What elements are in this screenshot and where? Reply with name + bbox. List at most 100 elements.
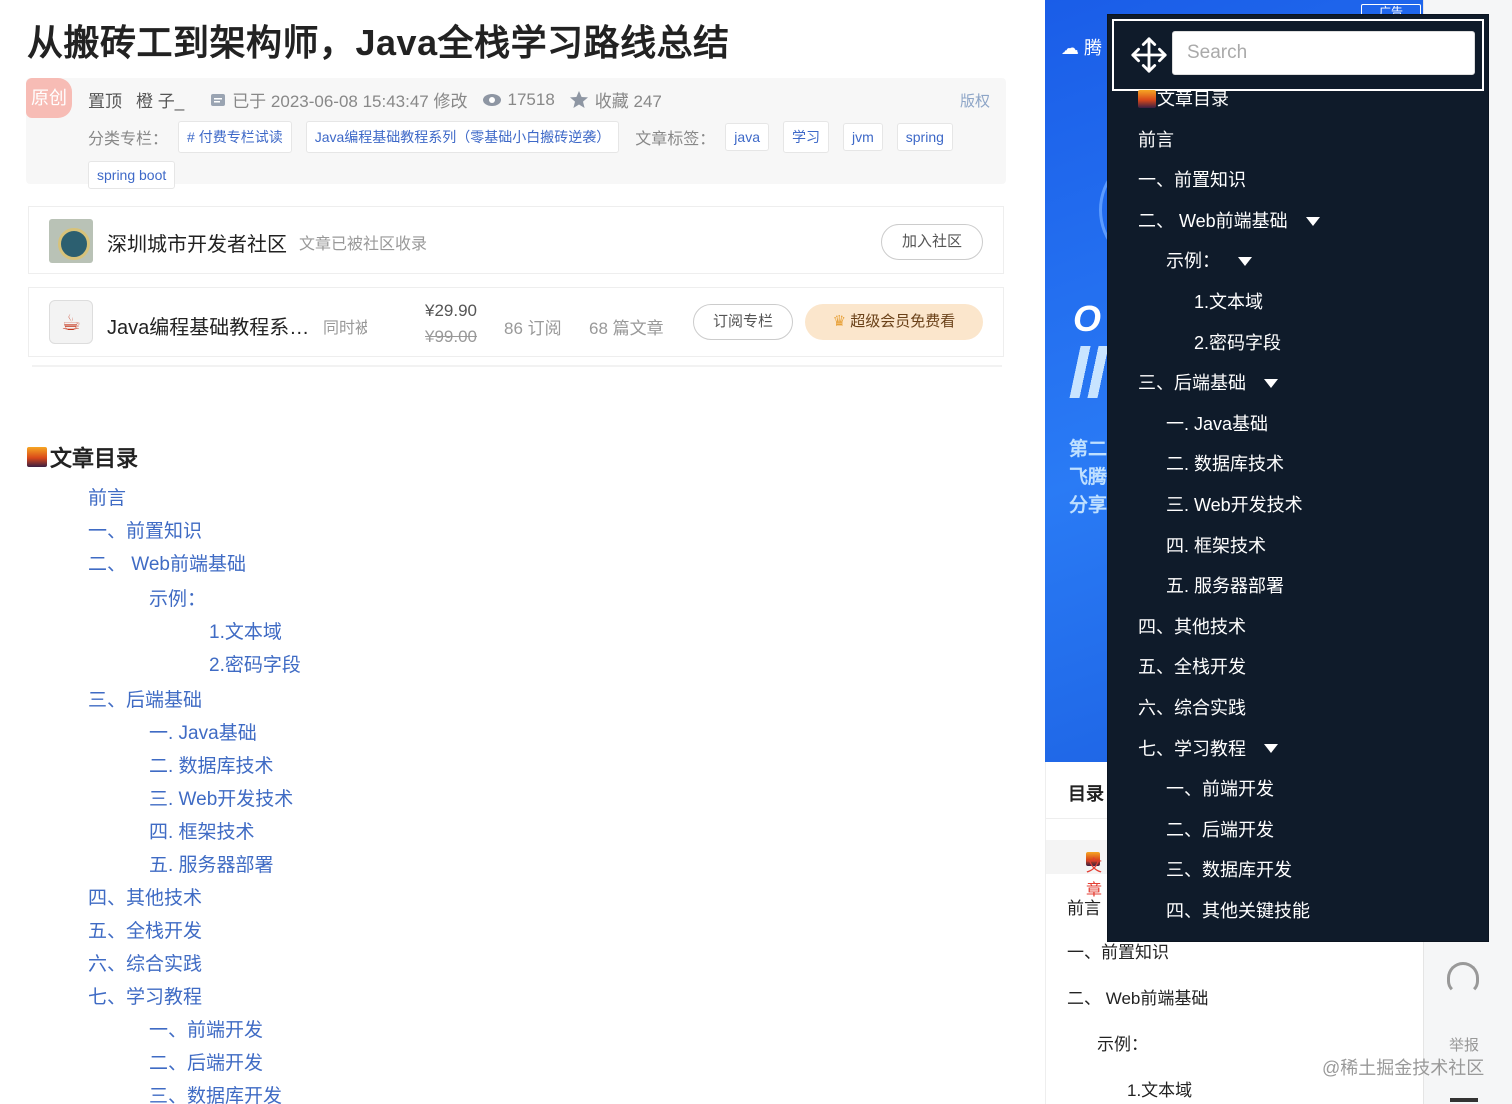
popup-toc-item[interactable]: 四. 框架技术	[1138, 526, 1320, 567]
article-tag[interactable]: jvm	[842, 123, 883, 151]
ad-big-text: O	[1073, 298, 1102, 339]
column-same-note: 同时被	[323, 320, 367, 337]
category-tag[interactable]: # 付费专栏试读	[178, 121, 292, 153]
headset-icon[interactable]	[1447, 962, 1479, 994]
popup-toc-item[interactable]: 1.文本域	[1138, 282, 1320, 323]
toc-link[interactable]: 三. Web开发技术	[88, 783, 301, 816]
column-article-count: 68 篇文章	[589, 319, 664, 338]
view-count: 17518	[507, 89, 555, 109]
toc-link[interactable]: 一、前端开发	[88, 1014, 301, 1047]
report-link[interactable]: 举报	[1449, 1034, 1479, 1055]
ad-line: 第二	[1069, 439, 1108, 460]
ad-logo: ☁ 腾	[1061, 34, 1102, 60]
toc-link[interactable]: 一、前置知识	[88, 515, 301, 548]
article-tag[interactable]: spring	[896, 123, 953, 151]
popup-toc-item-label: 三、后端基础	[1138, 373, 1246, 394]
popup-toc-item-label: 二、 Web前端基础	[1138, 210, 1288, 231]
toc-link[interactable]: 三、后端基础	[88, 684, 301, 717]
popup-toc-item[interactable]: 七、学习教程	[1138, 729, 1320, 770]
popup-toc-item[interactable]: 一. Java基础	[1138, 404, 1320, 445]
toc-search-input[interactable]	[1172, 31, 1475, 75]
popup-toc-item[interactable]: 文章目录	[1138, 79, 1320, 120]
sidebar-toc-item[interactable]: 前言	[1067, 894, 1101, 919]
column-subscribers: 86 订阅	[504, 319, 562, 338]
modified-time: 已于 2023-06-08 15:43:47 修改	[232, 92, 468, 111]
toc-link[interactable]: 2.密码字段	[88, 649, 301, 682]
popup-toc-item[interactable]: 四、其他关键技能	[1138, 891, 1320, 932]
community-note: 文章已被社区收录	[299, 236, 428, 253]
sidebar-toc-active-text: 文章	[1086, 858, 1103, 899]
article-tag[interactable]: 学习	[782, 121, 829, 153]
toc-link[interactable]: 一. Java基础	[88, 717, 301, 750]
article-title: 从搬砖工到架构师，Java全栈学习路线总结	[27, 22, 730, 63]
popup-toc-item[interactable]: 三、后端基础	[1138, 363, 1320, 404]
toc-link[interactable]: 五. 服务器部署	[88, 849, 301, 882]
move-icon[interactable]	[1130, 36, 1168, 74]
popup-toc-item[interactable]: 二. 数据库技术	[1138, 444, 1320, 485]
popup-toc-item[interactable]: 一、前端开发	[1138, 769, 1320, 810]
popup-toc-item-label: 文章目录	[1157, 89, 1229, 109]
popup-toc-item[interactable]: 一、前置知识	[1138, 160, 1320, 201]
favorite-count[interactable]: 收藏 247	[595, 87, 662, 112]
popup-toc-item[interactable]: 三. Web开发技术	[1138, 485, 1320, 526]
column-card: ☕ Java编程基础教程系… 同时被 ¥29.90 ¥99.00 86 订阅 6…	[28, 287, 1004, 357]
popup-toc-item[interactable]: 六、综合实践	[1138, 688, 1320, 729]
toc-link[interactable]: 三、数据库开发	[88, 1080, 301, 1104]
category-label: 分类专栏：	[88, 131, 169, 148]
popup-toc-item[interactable]: 前言	[1138, 120, 1320, 161]
toc-link[interactable]: 四. 框架技术	[88, 816, 301, 849]
join-community-button[interactable]: 加入社区	[881, 224, 983, 260]
caret-down-icon[interactable]	[1305, 216, 1320, 226]
toc-link[interactable]: 示例：	[88, 583, 301, 616]
toc-link[interactable]: 五、全栈开发	[88, 915, 301, 948]
category-tag[interactable]: Java编程基础教程系列（零基础小白搬砖逆袭）	[305, 121, 620, 153]
caret-down-icon[interactable]	[1264, 378, 1278, 388]
sidebar-toc-item[interactable]: 二、 Web前端基础	[1067, 984, 1208, 1009]
popup-toc-item[interactable]: 四、其他技术	[1138, 607, 1320, 648]
popup-toc-item[interactable]: 五. 服务器部署	[1138, 566, 1320, 607]
toc-link[interactable]: 二、 Web前端基础	[88, 548, 301, 581]
column-old-price: ¥99.00	[425, 327, 477, 346]
toc-link[interactable]: 二、后端开发	[88, 1047, 301, 1080]
popup-toc-item[interactable]: 2.密码字段	[1138, 323, 1320, 364]
popup-toc-item-label: 一. Java基础	[1166, 413, 1269, 434]
popup-toc-item-label: 七、学习教程	[1138, 738, 1246, 759]
community-card: 深圳城市开发者社区 文章已被社区收录 加入社区	[28, 206, 1004, 274]
popup-toc-item-label: 一、前置知识	[1138, 170, 1246, 191]
toc-link[interactable]: 二. 数据库技术	[88, 750, 301, 783]
ad-line: 分享	[1069, 495, 1108, 516]
popup-toc-item[interactable]: 五、全栈开发	[1138, 647, 1320, 688]
vip-free-button[interactable]: ♛ 超级会员免费看	[805, 304, 983, 340]
toc-link[interactable]: 六、综合实践	[88, 948, 301, 981]
toc-link[interactable]: 四、其他技术	[88, 882, 301, 915]
sidebar-toc-item[interactable]: 示例：	[1097, 1030, 1148, 1055]
sidebar-toc-item[interactable]: 一、前置知识	[1067, 938, 1169, 963]
toc-link[interactable]: 前言	[88, 482, 301, 515]
subscribe-column-button[interactable]: 订阅专栏	[693, 304, 793, 340]
popup-toc-item-label: 1.文本域	[1194, 291, 1264, 312]
article-tag[interactable]: java	[725, 123, 769, 151]
original-badge: 原创	[26, 78, 72, 118]
caret-down-icon[interactable]	[1238, 257, 1252, 267]
toc-list: 前言 一、前置知识 二、 Web前端基础 示例： 1.文本域 2.密码字段 三、后端基础 一.…	[88, 482, 301, 1104]
author-link[interactable]: 橙 子_	[136, 87, 184, 112]
caret-down-icon[interactable]	[1264, 744, 1278, 754]
sidebar-toc-heading: 目录	[1068, 784, 1104, 804]
popup-toc-item-label: 2.密码字段	[1194, 332, 1282, 353]
copyright-link[interactable]: 版权	[960, 90, 990, 111]
toc-link[interactable]: 七、学习教程	[88, 981, 301, 1014]
popup-toc-item[interactable]: 三、数据库开发	[1138, 850, 1320, 891]
popup-toc-item-label: 四、其他技术	[1138, 616, 1246, 637]
toc-link[interactable]: 1.文本域	[88, 616, 301, 649]
popup-toc-item-label: 示例：	[1166, 251, 1220, 272]
star-icon[interactable]	[569, 90, 589, 110]
community-logo[interactable]	[49, 219, 93, 263]
sidebar-toc-item[interactable]: 1.文本域	[1127, 1076, 1192, 1101]
popup-toc-item[interactable]: 二、 Web前端基础	[1138, 201, 1320, 242]
community-name[interactable]: 深圳城市开发者社区	[107, 228, 287, 257]
popup-toc-item[interactable]: 二、后端开发	[1138, 810, 1320, 851]
java-logo-icon[interactable]: ☕	[49, 300, 93, 344]
article-tag[interactable]: spring boot	[88, 161, 176, 189]
popup-toc-item[interactable]: 示例：	[1138, 241, 1320, 282]
column-name[interactable]: Java编程基础教程系…	[107, 311, 309, 340]
